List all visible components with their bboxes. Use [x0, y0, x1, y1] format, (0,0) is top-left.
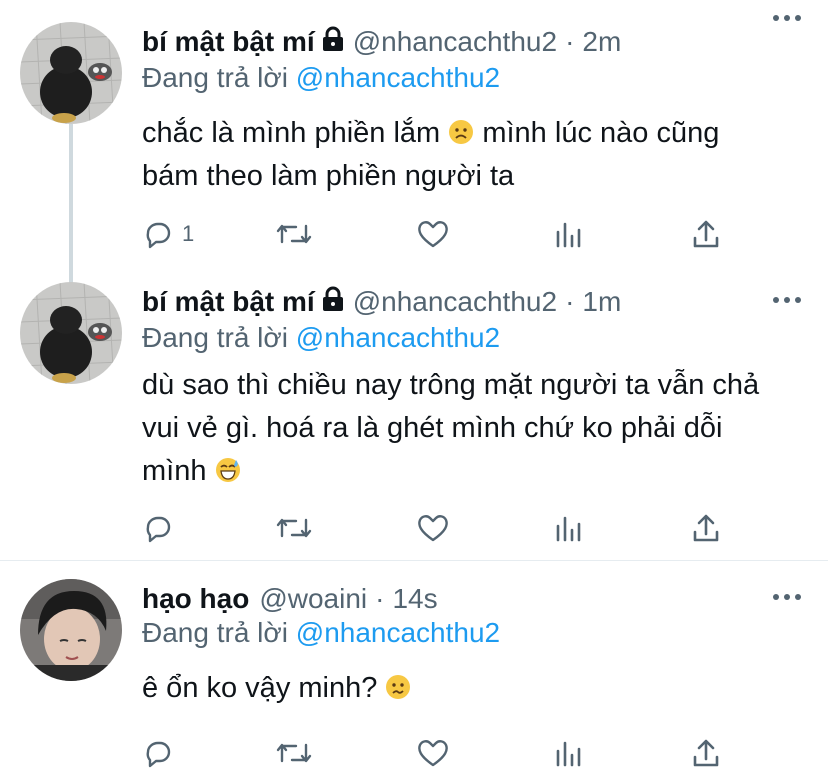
- share-icon: [690, 512, 722, 544]
- like-button[interactable]: [416, 508, 450, 548]
- retweet-icon: [274, 218, 314, 250]
- display-name[interactable]: bí mật bật mí: [142, 26, 315, 58]
- mention-link[interactable]: @nhancachthu2: [296, 617, 500, 648]
- tweet-text: chắc là mình phiền lắm mình lúc nào cũng…: [142, 112, 808, 198]
- lock-icon: [321, 26, 345, 59]
- analytics-button[interactable]: [554, 214, 584, 254]
- like-icon: [416, 737, 450, 769]
- tweet-text-part: mình lúc nào cũng: [482, 117, 720, 149]
- reply-button[interactable]: [142, 733, 182, 773]
- more-icon[interactable]: [772, 587, 802, 607]
- like-icon: [416, 512, 450, 544]
- grinning-sweat-face-emoji: [215, 453, 241, 482]
- reply-button[interactable]: [142, 508, 182, 548]
- action-bar: [142, 508, 762, 548]
- share-button[interactable]: [690, 214, 722, 254]
- share-icon: [690, 218, 722, 250]
- thread-line: [69, 124, 73, 284]
- replying-to: Đang trả lời @nhancachthu2: [142, 617, 500, 649]
- tweet-1[interactable]: bí mật bật mí @nhancachthu2 · 2m Đang tr…: [0, 0, 828, 284]
- retweet-button[interactable]: [274, 214, 314, 254]
- retweet-button[interactable]: [274, 733, 314, 773]
- timestamp[interactable]: 2m: [582, 26, 621, 58]
- handle[interactable]: @woaini: [259, 583, 367, 615]
- display-name[interactable]: bí mật bật mí: [142, 286, 315, 318]
- avatar[interactable]: [20, 22, 122, 124]
- mention-link[interactable]: @nhancachthu2: [296, 322, 500, 353]
- share-button[interactable]: [690, 508, 722, 548]
- separator-dot: ·: [375, 583, 385, 614]
- frowning-face-emoji: [448, 115, 474, 144]
- tweet-3[interactable]: hạo hạo @woaini · 14s Đang trả lời @nhan…: [0, 561, 828, 784]
- action-bar: 1: [142, 214, 762, 254]
- analytics-button[interactable]: [554, 733, 584, 773]
- analytics-icon: [554, 512, 584, 544]
- tweet-text-part: mình: [142, 455, 207, 487]
- display-name[interactable]: hạo hạo: [142, 583, 249, 615]
- tweet-text-part: ê ổn ko vậy minh?: [142, 672, 378, 704]
- tweet-text-part: bám theo làm phiền người ta: [142, 160, 515, 192]
- retweet-icon: [274, 512, 314, 544]
- mention-link[interactable]: @nhancachthu2: [296, 62, 500, 93]
- tweet-text-part: vui vẻ gì. hoá ra là ghét mình chứ ko ph…: [142, 412, 723, 444]
- analytics-button[interactable]: [554, 508, 584, 548]
- lock-icon: [321, 286, 345, 319]
- action-bar: [142, 733, 762, 773]
- replying-to: Đang trả lời @nhancachthu2: [142, 62, 500, 94]
- more-icon[interactable]: [772, 290, 802, 310]
- tweet-2[interactable]: bí mật bật mí @nhancachthu2 · 1m Đang tr…: [0, 270, 828, 560]
- timestamp[interactable]: 1m: [582, 286, 621, 318]
- reply-count: 1: [182, 221, 195, 246]
- handle[interactable]: @nhancachthu2: [353, 286, 557, 318]
- like-icon: [416, 218, 450, 250]
- share-button[interactable]: [690, 733, 722, 773]
- replying-to-label: Đang trả lời: [142, 62, 288, 93]
- separator-dot: ·: [565, 286, 575, 317]
- reply-button[interactable]: 1: [142, 214, 194, 254]
- share-icon: [690, 737, 722, 769]
- timestamp[interactable]: 14s: [392, 583, 437, 615]
- avatar[interactable]: [20, 282, 122, 384]
- reply-icon: [142, 218, 174, 250]
- retweet-button[interactable]: [274, 508, 314, 548]
- retweet-icon: [274, 737, 314, 769]
- analytics-icon: [554, 737, 584, 769]
- analytics-icon: [554, 218, 584, 250]
- avatar[interactable]: [20, 579, 122, 681]
- tweet-text: ê ổn ko vậy minh?: [142, 667, 808, 710]
- reply-icon: [142, 512, 174, 544]
- handle[interactable]: @nhancachthu2: [353, 26, 557, 58]
- tweet-text: dù sao thì chiều nay trông mặt người ta …: [142, 364, 808, 493]
- tweet-text-part: chắc là mình phiền lắm: [142, 117, 441, 149]
- more-icon[interactable]: [772, 8, 802, 28]
- like-button[interactable]: [416, 733, 450, 773]
- confused-face-emoji: [385, 670, 411, 699]
- separator-dot: ·: [565, 26, 575, 57]
- replying-to-label: Đang trả lời: [142, 617, 288, 648]
- like-button[interactable]: [416, 214, 450, 254]
- tweet-text-part: dù sao thì chiều nay trông mặt người ta …: [142, 369, 760, 401]
- reply-icon: [142, 737, 174, 769]
- replying-to-label: Đang trả lời: [142, 322, 288, 353]
- replying-to: Đang trả lời @nhancachthu2: [142, 322, 500, 354]
